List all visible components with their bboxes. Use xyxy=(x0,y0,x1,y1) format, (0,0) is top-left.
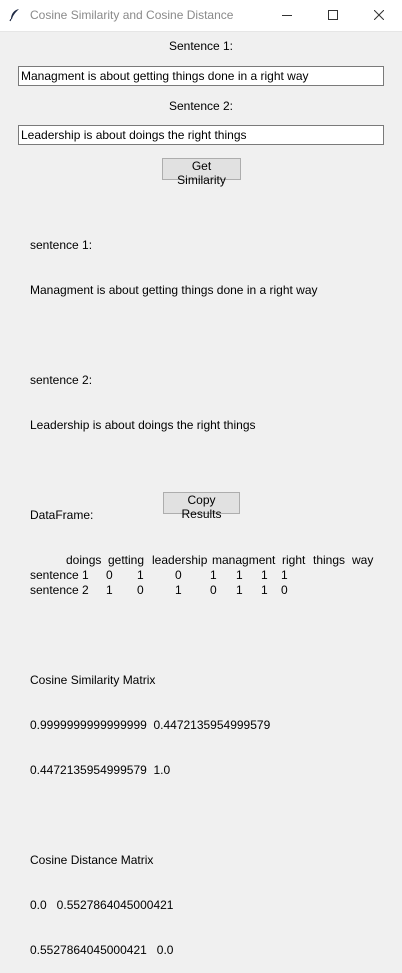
sentence2-input[interactable] xyxy=(18,125,384,145)
minimize-icon xyxy=(282,9,292,23)
df-cell: 1 xyxy=(236,568,243,582)
df-column-header: right xyxy=(282,553,306,567)
maximize-button[interactable] xyxy=(310,0,356,31)
df-cell: 1 xyxy=(137,568,144,582)
sentence2-header: sentence 2: xyxy=(30,373,93,387)
get-similarity-button[interactable]: Get Similarity xyxy=(162,158,241,187)
df-cell: 1 xyxy=(261,568,268,582)
window-title: Cosine Similarity and Cosine Distance xyxy=(30,8,234,22)
sentence2-text: Leadership is about doings the right thi… xyxy=(30,418,256,432)
distance-row: 0.5527864045000421 0.0 xyxy=(30,943,174,957)
minimize-button[interactable] xyxy=(264,0,310,31)
similarity-header: Cosine Similarity Matrix xyxy=(30,673,156,687)
df-column-header: leadership xyxy=(152,553,208,567)
df-cell: 1 xyxy=(261,583,268,597)
similarity-row: 0.9999999999999999 0.4472135954999579 xyxy=(30,718,271,732)
df-row-index: sentence 1 xyxy=(30,568,89,582)
df-cell: 1 xyxy=(175,583,182,597)
dataframe-table: doings getting leadership managment righ… xyxy=(30,553,390,598)
df-cell: 0 xyxy=(137,583,144,597)
df-cell: 1 xyxy=(210,568,217,582)
df-column-header: things xyxy=(313,553,346,567)
sentence2-label: Sentence 2: xyxy=(168,99,234,113)
close-icon xyxy=(373,9,385,23)
sentence1-text: Managment is about getting things done i… xyxy=(30,283,318,297)
df-cell: 0 xyxy=(281,583,288,597)
df-cell: 0 xyxy=(210,583,217,597)
df-cell: 1 xyxy=(106,583,113,597)
results-output: sentence 1: Managment is about getting t… xyxy=(30,208,390,973)
df-column-header: way xyxy=(352,553,374,567)
title-bar: Cosine Similarity and Cosine Distance xyxy=(0,0,402,32)
similarity-row: 0.4472135954999579 1.0 xyxy=(30,763,171,777)
close-button[interactable] xyxy=(356,0,402,31)
df-cell: 1 xyxy=(236,583,243,597)
sentence1-input[interactable] xyxy=(18,66,384,86)
feather-icon xyxy=(8,8,22,22)
df-column-header: getting xyxy=(108,553,145,567)
maximize-icon xyxy=(328,9,338,23)
distance-row: 0.0 0.5527864045000421 xyxy=(30,898,174,912)
df-row-index: sentence 2 xyxy=(30,583,89,597)
df-column-header: doings xyxy=(66,553,102,567)
df-cell: 0 xyxy=(175,568,182,582)
copy-results-button[interactable]: Copy Results xyxy=(163,492,240,521)
df-cell: 0 xyxy=(106,568,113,582)
distance-header: Cosine Distance Matrix xyxy=(30,853,154,867)
df-column-header: managment xyxy=(212,553,276,567)
df-cell: 1 xyxy=(281,568,288,582)
sentence1-header: sentence 1: xyxy=(30,238,93,252)
sentence1-label: Sentence 1: xyxy=(168,39,234,53)
